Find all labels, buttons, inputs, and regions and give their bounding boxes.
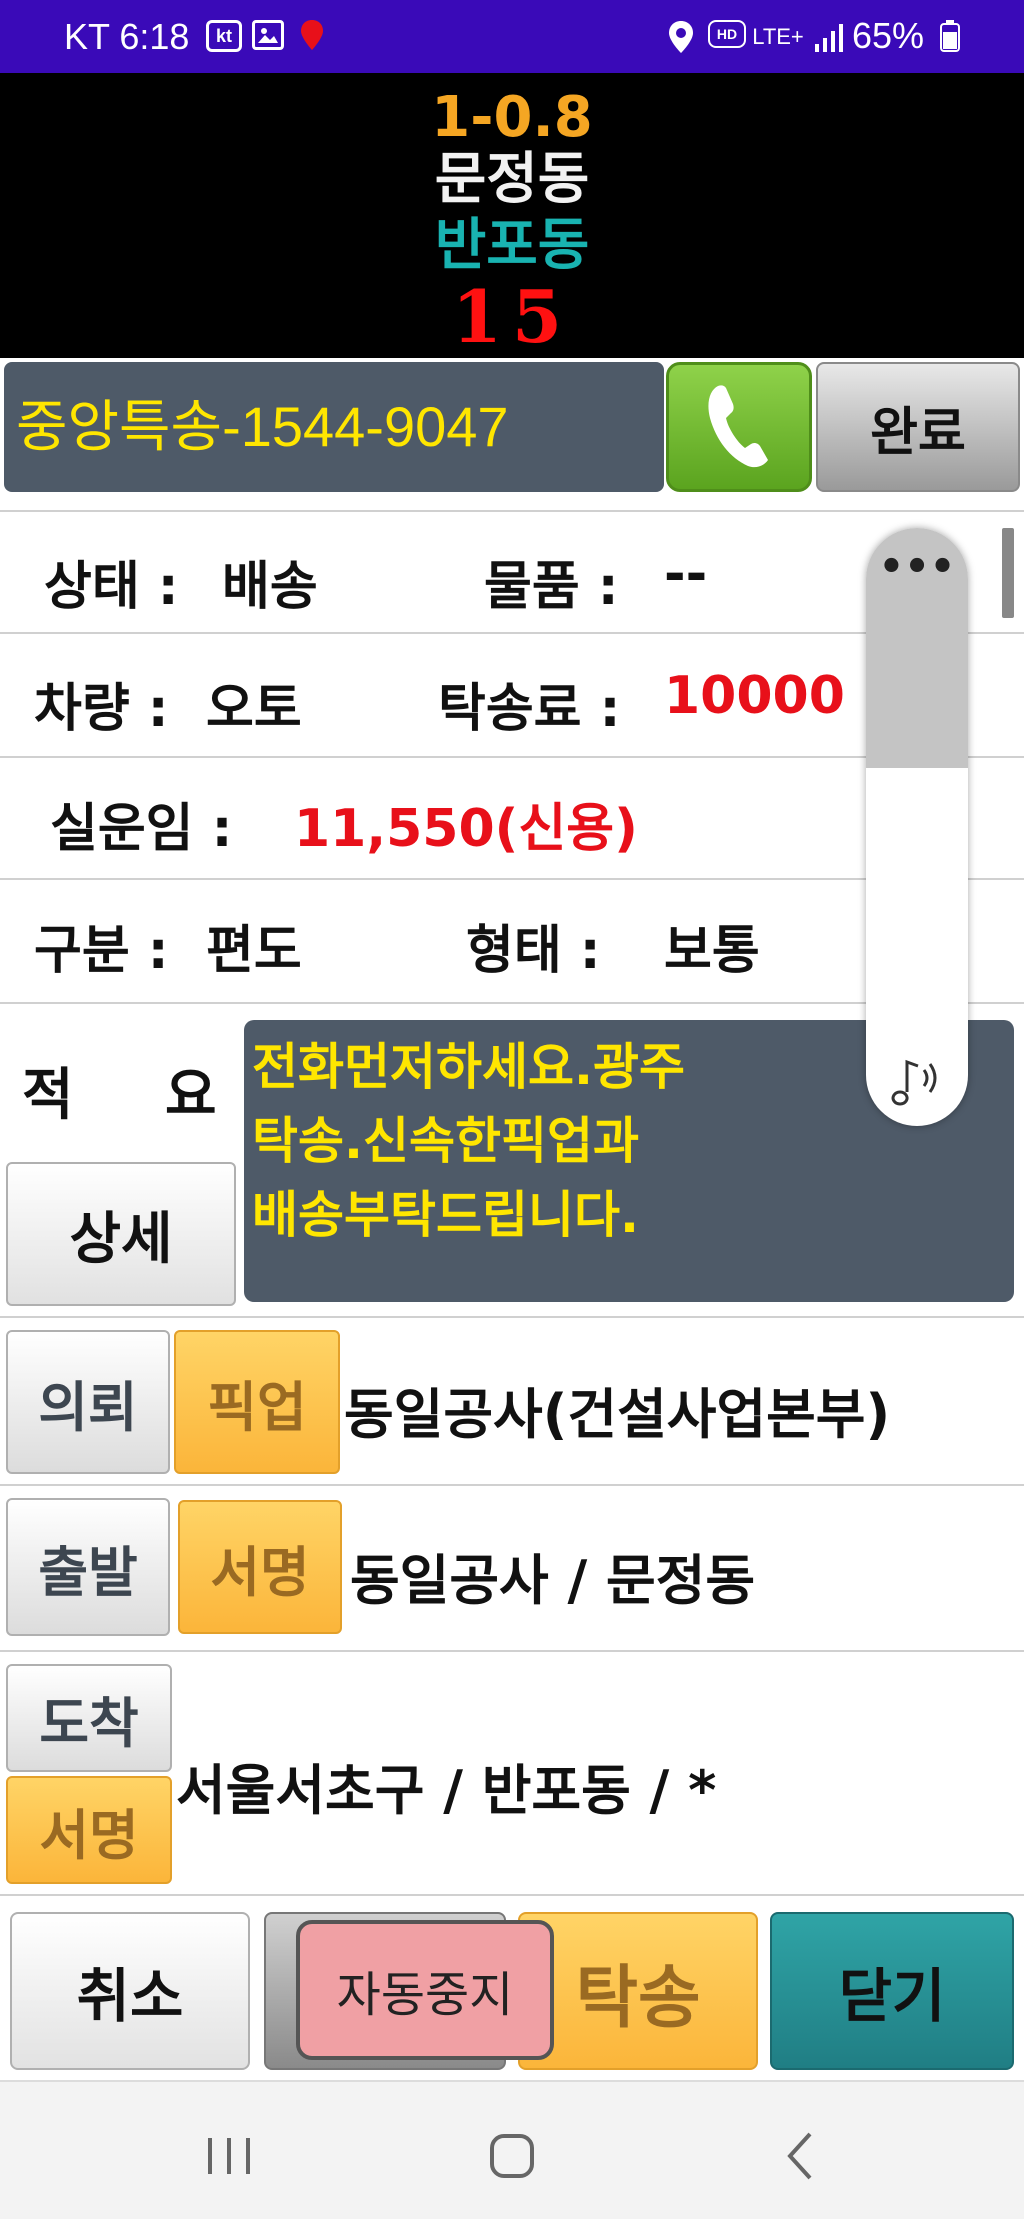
request-location: 동일공사(건설사업본부)	[344, 1383, 891, 1446]
phone-icon	[704, 380, 774, 474]
count-text: 15	[451, 274, 573, 359]
trip-type-label: 구분 :	[34, 921, 169, 981]
item-label: 물품 :	[484, 557, 619, 617]
memo-label-2: 요	[165, 1063, 217, 1128]
notification-pin-icon	[300, 20, 324, 50]
recent-apps-icon[interactable]	[200, 2126, 260, 2186]
form-label: 형태 :	[466, 921, 601, 981]
fee-value: 10000	[664, 666, 845, 726]
form-value: 보통	[664, 921, 760, 981]
divider	[0, 1316, 1024, 1318]
status-label: 상태 :	[44, 557, 179, 617]
battery-percent: 65%	[852, 15, 925, 56]
divider	[0, 1650, 1024, 1652]
signal-icon	[812, 20, 846, 54]
hd-voice-icon: HD	[708, 20, 746, 48]
fee-label: 탁송료 :	[438, 679, 621, 739]
divider	[0, 510, 1024, 512]
trip-type-value: 편도	[206, 921, 302, 981]
home-icon[interactable]	[482, 2126, 542, 2186]
distance-text: 1-0.8	[431, 85, 593, 150]
volume-slider[interactable]: •••	[866, 528, 968, 1126]
gallery-icon	[252, 20, 284, 50]
divider	[0, 1894, 1024, 1896]
detail-button[interactable]: 상세	[6, 1162, 236, 1306]
sound-icon[interactable]	[888, 1048, 948, 1108]
call-button[interactable]	[666, 362, 812, 492]
request-button[interactable]: 의뢰	[6, 1330, 170, 1474]
status-value: 배송	[222, 557, 318, 617]
cancel-button[interactable]: 취소	[10, 1912, 250, 2070]
done-button[interactable]: 완료	[816, 362, 1020, 492]
pickup-button[interactable]: 픽업	[174, 1330, 340, 1474]
depart-location: 동일공사 / 문정동	[350, 1549, 756, 1612]
arrive-sign-button[interactable]: 서명	[6, 1776, 172, 1884]
vehicle-value: 오토	[206, 679, 302, 739]
location-icon	[668, 20, 694, 54]
company-phone-label: 중앙특송-1544-9047	[4, 362, 664, 492]
kt-icon: kt	[206, 20, 242, 52]
deliver-button[interactable]: 탁송	[518, 1912, 758, 2070]
close-button[interactable]: 닫기	[770, 1912, 1014, 2070]
arrive-location: 서울서초구 / 반포동 / *	[176, 1759, 717, 1822]
system-nav-bar	[0, 2080, 1024, 2219]
sign-button[interactable]: 서명	[178, 1500, 342, 1634]
item-value: --	[664, 544, 708, 604]
back-icon[interactable]	[772, 2126, 832, 2186]
origin-text: 문정동	[434, 147, 590, 212]
actual-fare-value: 11,550(신용)	[294, 799, 638, 859]
auto-stop-button[interactable]: 자동중지	[296, 1920, 554, 2060]
arrive-button[interactable]: 도착	[6, 1664, 172, 1772]
order-header: 1-0.8 문정동 반포동 15	[0, 73, 1024, 358]
network-type: LTE+	[752, 24, 804, 49]
depart-button[interactable]: 출발	[6, 1498, 170, 1636]
vehicle-label: 차량 :	[34, 679, 169, 739]
status-bar: KT 6:18 kt HD LTE+ 65%	[0, 0, 1024, 73]
battery-icon	[940, 20, 960, 52]
memo-label: 적	[22, 1063, 74, 1128]
divider	[0, 1484, 1024, 1486]
destination-text: 반포동	[434, 213, 590, 278]
actual-fare-label: 실운임 :	[50, 799, 233, 859]
memo-line: 배송부탁드립니다.	[252, 1186, 639, 1244]
status-time: KT 6:18	[64, 16, 190, 57]
scrollbar[interactable]	[1002, 528, 1014, 618]
more-options-icon[interactable]: •••	[866, 547, 968, 587]
